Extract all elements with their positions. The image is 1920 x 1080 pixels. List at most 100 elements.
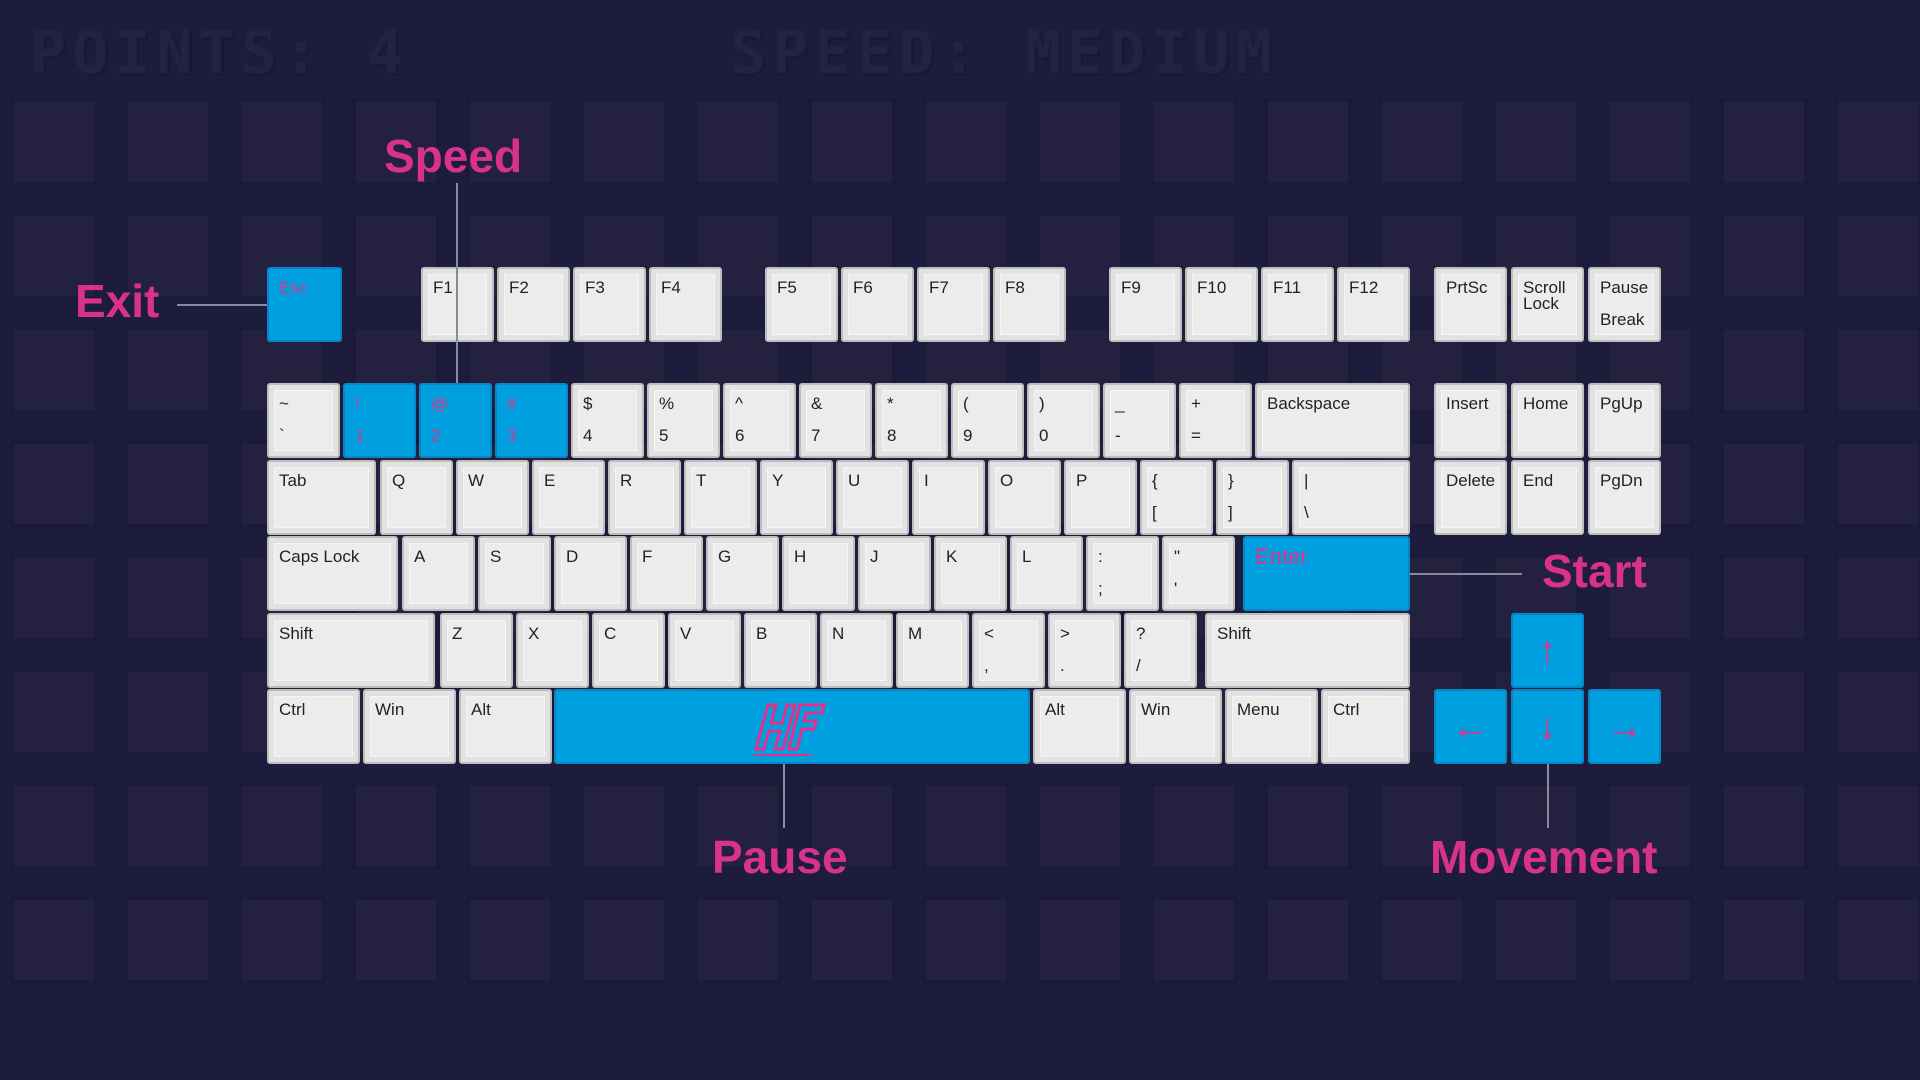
key-left-shift[interactable]: Shift — [267, 613, 435, 688]
game-logo-icon — [754, 703, 826, 756]
key-right-alt[interactable]: Alt — [1033, 689, 1126, 764]
key-enter[interactable]: Enter — [1243, 536, 1410, 611]
key-z[interactable]: Z — [440, 613, 513, 688]
key-y[interactable]: Y — [760, 460, 833, 535]
key-left-bracket[interactable]: {[ — [1140, 460, 1213, 535]
key-space[interactable] — [554, 689, 1030, 764]
key-left-win[interactable]: Win — [363, 689, 456, 764]
key-slash[interactable]: ? / — [1124, 613, 1197, 688]
key-o[interactable]: O — [988, 460, 1061, 535]
key-n[interactable]: N — [820, 613, 893, 688]
key-5[interactable]: % 5 — [647, 383, 720, 458]
key-6[interactable]: ^ 6 — [723, 383, 796, 458]
key-3[interactable]: #3 — [495, 383, 568, 458]
key-w[interactable]: W — [456, 460, 529, 535]
key-f11[interactable]: F11 — [1261, 267, 1334, 342]
key-f[interactable]: F — [630, 536, 703, 611]
key-x[interactable]: X — [516, 613, 589, 688]
key-right-shift[interactable]: Shift — [1205, 613, 1410, 688]
key-d[interactable]: D — [554, 536, 627, 611]
key-8[interactable]: * 8 — [875, 383, 948, 458]
key-end[interactable]: End — [1511, 460, 1584, 535]
key-2[interactable]: @2 — [419, 383, 492, 458]
key-1[interactable]: ! 1 — [343, 383, 416, 458]
key-right-ctrl[interactable]: Ctrl — [1321, 689, 1410, 764]
key-arrow-up[interactable]: ↑ — [1511, 613, 1584, 688]
key-l[interactable]: L — [1010, 536, 1083, 611]
key-insert[interactable]: Insert — [1434, 383, 1507, 458]
key-t[interactable]: T — [684, 460, 757, 535]
key-pgdn[interactable]: PgDn — [1588, 460, 1661, 535]
key-a[interactable]: A — [402, 536, 475, 611]
key-prtsc[interactable]: PrtSc — [1434, 267, 1507, 342]
key-equal[interactable]: + = — [1179, 383, 1252, 458]
key-arrow-right[interactable]: → — [1588, 689, 1661, 764]
key-m[interactable]: M — [896, 613, 969, 688]
key-right-bracket[interactable]: }] — [1216, 460, 1289, 535]
key-o-label: O — [1000, 471, 1014, 490]
key-f6[interactable]: F6 — [841, 267, 914, 342]
key-f12[interactable]: F12 — [1337, 267, 1410, 342]
key-arrow-left[interactable]: ← — [1434, 689, 1507, 764]
key-backspace[interactable]: Backspace — [1255, 383, 1410, 458]
key-left-ctrl[interactable]: Ctrl — [267, 689, 360, 764]
key-c[interactable]: C — [592, 613, 665, 688]
key-r[interactable]: R — [608, 460, 681, 535]
key-s[interactable]: S — [478, 536, 551, 611]
key-c-label: C — [604, 624, 617, 643]
key-right-win[interactable]: Win — [1129, 689, 1222, 764]
key-esc[interactable]: Esc — [267, 267, 342, 342]
exit-label: Exit — [75, 275, 160, 327]
key-q[interactable]: Q — [380, 460, 453, 535]
key-semicolon[interactable]: :; — [1086, 536, 1159, 611]
key-9-shift: ( — [963, 394, 969, 413]
key-v[interactable]: V — [668, 613, 741, 688]
key-f8[interactable]: F8 — [993, 267, 1066, 342]
key-9[interactable]: (9 — [951, 383, 1024, 458]
key-e[interactable]: E — [532, 460, 605, 535]
key-b[interactable]: B — [744, 613, 817, 688]
key-w-label: W — [468, 471, 485, 490]
key-pgup[interactable]: PgUp — [1588, 383, 1661, 458]
key-f10[interactable]: F10 — [1185, 267, 1258, 342]
key-period[interactable]: >. — [1048, 613, 1121, 688]
key-v-label: V — [680, 624, 692, 643]
key-backspace-label: Backspace — [1267, 394, 1351, 413]
key-g[interactable]: G — [706, 536, 779, 611]
key-f3[interactable]: F3 — [573, 267, 646, 342]
key-quote-shift: " — [1174, 547, 1181, 566]
key-home[interactable]: Home — [1511, 383, 1584, 458]
key-left-alt[interactable]: Alt — [459, 689, 552, 764]
key-u[interactable]: U — [836, 460, 909, 535]
key-quote[interactable]: " ' — [1162, 536, 1235, 611]
key-k[interactable]: K — [934, 536, 1007, 611]
key-comma[interactable]: <, — [972, 613, 1045, 688]
key-delete[interactable]: Delete — [1434, 460, 1507, 535]
key-u-label: U — [848, 471, 861, 490]
key-arrow-down[interactable]: ↓ — [1511, 689, 1584, 764]
key-f4[interactable]: F4 — [649, 267, 722, 342]
key-f9[interactable]: F9 — [1109, 267, 1182, 342]
key-n-label: N — [832, 624, 845, 643]
key-caps-lock[interactable]: Caps Lock — [267, 536, 398, 611]
key-menu[interactable]: Menu — [1225, 689, 1318, 764]
key-pause-break[interactable]: Pause Break — [1588, 267, 1661, 342]
key-backslash[interactable]: | \ — [1292, 460, 1410, 535]
key-0[interactable]: ) 0 — [1027, 383, 1100, 458]
key-f7[interactable]: F7 — [917, 267, 990, 342]
key-i[interactable]: I — [912, 460, 985, 535]
key-4[interactable]: $4 — [571, 383, 644, 458]
key-tab[interactable]: Tab — [267, 460, 376, 535]
key-f5[interactable]: F5 — [765, 267, 838, 342]
key-h-label: H — [794, 547, 807, 566]
key-f6-label: F6 — [853, 278, 873, 297]
key-f9-label: F9 — [1121, 278, 1141, 297]
key-f2[interactable]: F2 — [497, 267, 570, 342]
key-j[interactable]: J — [858, 536, 931, 611]
key-minus[interactable]: _ - — [1103, 383, 1176, 458]
key-p[interactable]: P — [1064, 460, 1137, 535]
key-h[interactable]: H — [782, 536, 855, 611]
key-7[interactable]: & 7 — [799, 383, 872, 458]
key-scroll-lock[interactable]: Scroll Lock — [1511, 267, 1584, 342]
key-tilde[interactable]: ~ ` — [267, 383, 340, 458]
